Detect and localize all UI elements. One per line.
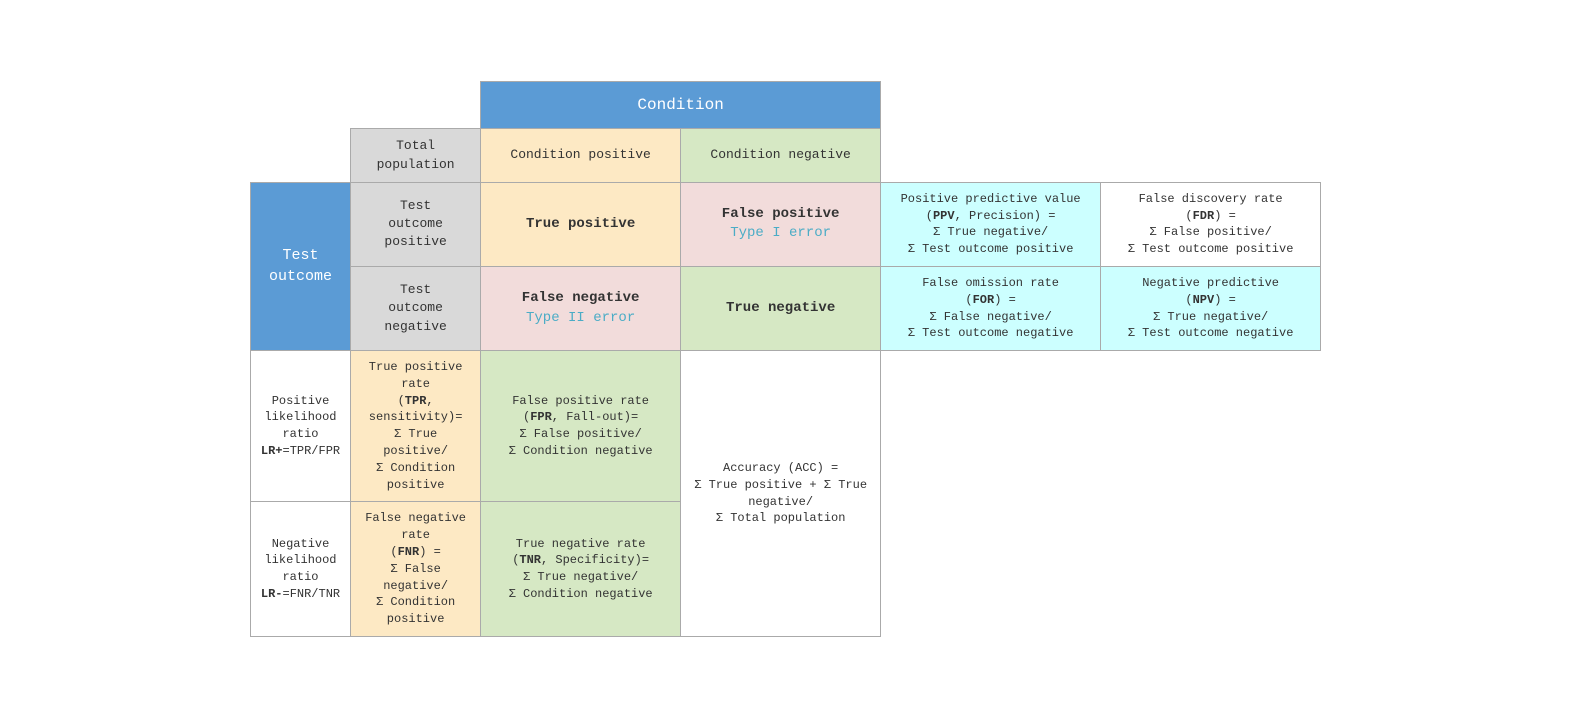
tpr-cell: True positive rate(TPR, sensitivity)= Σ … <box>351 351 481 502</box>
tnr-cell: True negative rate(TNR, Specificity)= Σ … <box>481 502 681 637</box>
corner-empty-1 <box>250 81 350 128</box>
side-empty-1 <box>250 129 350 182</box>
bottom-empty-3 <box>881 502 1101 637</box>
condition-negative-header: Condition negative <box>681 129 881 182</box>
condition-header: Condition <box>481 81 881 128</box>
false-negative-label: False negative <box>522 290 640 306</box>
true-positive-label: True positive <box>526 216 635 232</box>
test-outcome-negative-cell: Testoutcomenegative <box>351 266 481 350</box>
bottom-empty-4 <box>1101 502 1321 637</box>
ppv-cell: Positive predictive value(PPV, Precision… <box>881 182 1101 266</box>
right-empty-1 <box>881 81 1101 128</box>
right-empty-3 <box>881 129 1101 182</box>
bottom-empty-1 <box>881 351 1101 502</box>
total-population-cell: Totalpopulation <box>351 129 481 182</box>
type-I-label: Type I error <box>730 225 831 241</box>
npv-cell: Negative predictive(NPV) = Σ True negati… <box>1101 266 1321 350</box>
fnr-cell: False negative rate(FNR) = Σ False negat… <box>351 502 481 637</box>
true-negative-cell: True negative <box>681 266 881 350</box>
test-outcome-label: Testoutcome <box>250 182 350 350</box>
type-II-label: Type II error <box>526 310 635 326</box>
corner-empty-2 <box>351 81 481 128</box>
false-positive-cell: False positive Type I error <box>681 182 881 266</box>
positive-lr-cell: Positivelikelihood ratioLR+=TPR/FPR <box>250 351 350 502</box>
condition-positive-header: Condition positive <box>481 129 681 182</box>
fpr-cell: False positive rate(FPR, Fall-out)= Σ Fa… <box>481 351 681 502</box>
true-negative-label: True negative <box>726 300 835 316</box>
confusion-matrix-wrapper: Condition Totalpopulation Condition posi… <box>250 81 1321 637</box>
bottom-empty-2 <box>1101 351 1321 502</box>
negative-lr-cell: Negativelikelihood ratioLR-=FNR/TNR <box>250 502 350 637</box>
false-positive-label: False positive <box>722 206 840 222</box>
right-empty-2 <box>1101 81 1321 128</box>
false-negative-cell: False negative Type II error <box>481 266 681 350</box>
for-cell: False omission rate(FOR) = Σ False negat… <box>881 266 1101 350</box>
fdr-cell: False discovery rate(FDR) = Σ False posi… <box>1101 182 1321 266</box>
test-outcome-positive-cell: Testoutcomepositive <box>351 182 481 266</box>
accuracy-cell: Accuracy (ACC) = Σ True positive + Σ Tru… <box>681 351 881 637</box>
confusion-matrix-table: Condition Totalpopulation Condition posi… <box>250 81 1321 637</box>
true-positive-cell: True positive <box>481 182 681 266</box>
right-empty-4 <box>1101 129 1321 182</box>
